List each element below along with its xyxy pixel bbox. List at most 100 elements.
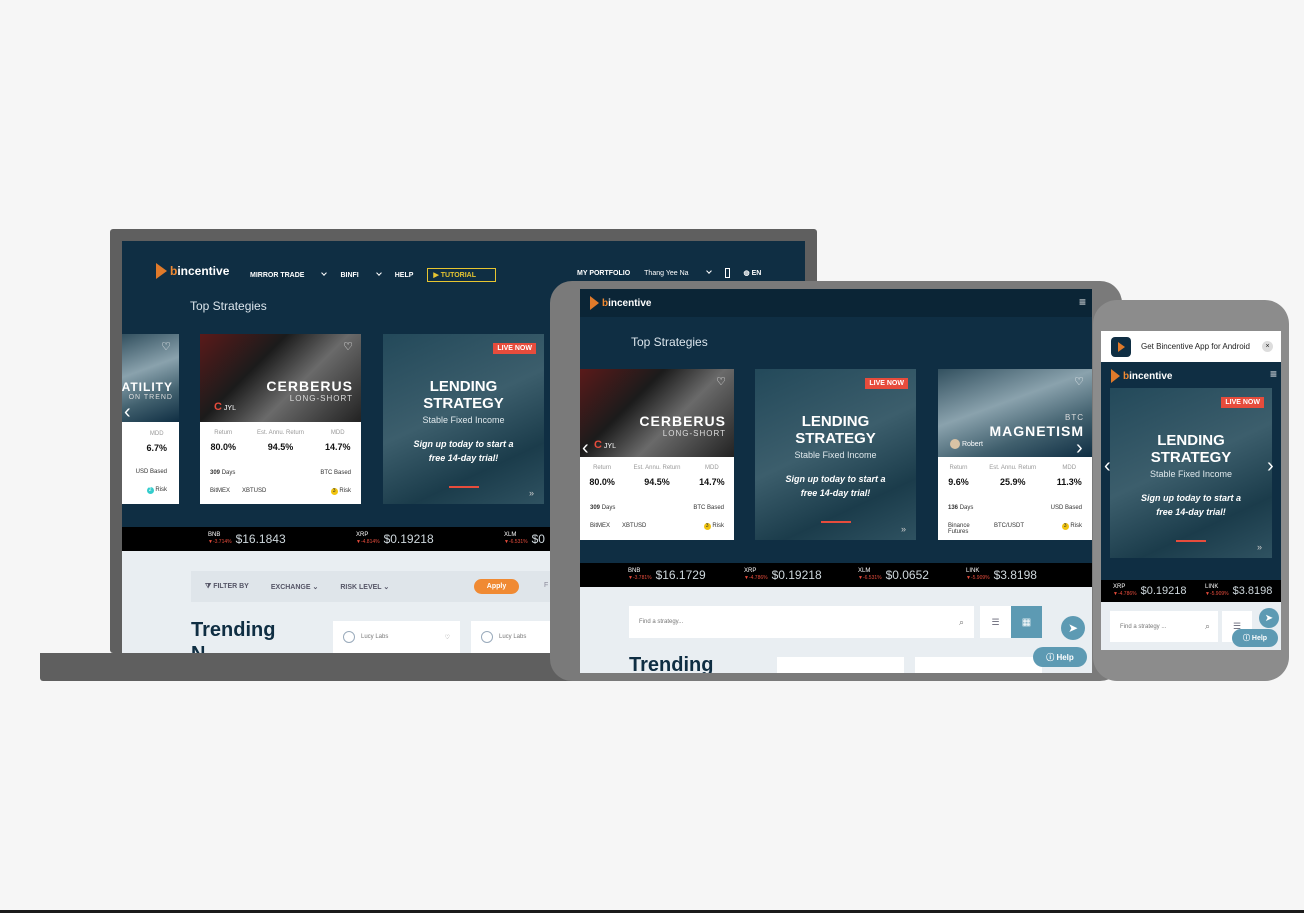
menu-icon[interactable]: ≡ (1270, 367, 1277, 381)
card-risk: 3 Risk (330, 488, 351, 495)
ticker-symbol: XRP ▼-4.786% (744, 568, 768, 582)
ticker-price: $0.19218 (771, 568, 822, 582)
lending-title-line1: LENDING (801, 413, 870, 430)
author-name: Robert (961, 440, 983, 448)
help-button[interactable]: ⓘ Help (1232, 629, 1278, 647)
telegram-icon[interactable]: ➤ (1259, 608, 1279, 628)
card-footer: 136 Days USD Based (948, 505, 1082, 511)
strategy-card-lucy-labs[interactable]: Lucy Labs ♡ (333, 621, 460, 653)
double-chevron-icon[interactable]: » (1257, 542, 1262, 552)
list-view-icon[interactable]: ☰ (980, 606, 1011, 638)
strategy-card-magnetism[interactable]: ♡ BTC MAGNETISM Robert Return 9.6% Est. A… (938, 369, 1092, 540)
ticker-price: $3.8198 (1232, 585, 1273, 597)
heart-icon[interactable]: ♡ (1074, 375, 1084, 388)
carousel-prev-arrow[interactable]: ‹ (582, 437, 589, 460)
heart-icon[interactable]: ♡ (445, 634, 450, 641)
brand-logo[interactable]: bincentive (1111, 369, 1172, 383)
chevron-down-icon (705, 267, 712, 274)
stat-annual: Est. Annu. Return 94.5% (257, 430, 304, 452)
carousel-prev-arrow[interactable]: ‹ (1104, 455, 1111, 478)
ticker-sym: XLM (858, 568, 871, 574)
app-banner[interactable]: Get Bincentive App for Android × (1101, 331, 1281, 362)
menu-icon[interactable]: ≡ (1079, 295, 1086, 309)
laptop-base (40, 653, 580, 681)
ticker-price: $0.19218 (383, 532, 434, 546)
nav-binfi[interactable]: BINFI (340, 269, 382, 279)
card-risk: 3 Risk (1061, 523, 1082, 535)
card-based: USD Based (1050, 505, 1082, 511)
strategy-card-cerberus[interactable]: ♡ CERBERUS LONG-SHORT C JYL Return 80.0% … (580, 369, 734, 540)
strategy-card-cerberus[interactable]: ♡ CERBERUS LONG-SHORT C JYL Return 80.0% … (200, 334, 361, 504)
heart-icon[interactable]: ♡ (716, 375, 726, 388)
lending-cta: Sign up today to start a free 14-day tria… (383, 437, 544, 465)
lending-strategy-card[interactable]: LIVE NOW LENDING STRATEGY Stable Fixed In… (1110, 388, 1272, 558)
card-pair: XBTUSD (242, 488, 267, 494)
price-ticker: XRP ▼-4.786% $0.19218 LINK ▼-5.909% $3.8198 (1101, 580, 1281, 602)
heart-icon[interactable]: ♡ (161, 340, 171, 353)
filter-risk-level[interactable]: RISK LEVEL ⌄ (340, 583, 389, 591)
card-risk: 2 Risk (146, 487, 167, 494)
card-footer: 309 Days BTC Based (590, 505, 724, 511)
telegram-icon[interactable]: ➤ (1061, 616, 1085, 640)
stat-label: Est. Annu. Return (989, 465, 1037, 471)
ticker-change: ▼-5.909% (966, 575, 990, 581)
language-selector[interactable]: ◍ EN (744, 269, 776, 277)
lending-subtitle: Stable Fixed Income (1149, 469, 1233, 479)
author-avatar (950, 439, 960, 449)
carousel-next-arrow[interactable]: › (1267, 455, 1274, 478)
lending-title-line2: STRATEGY (1150, 449, 1232, 466)
nav-help[interactable]: HELP (395, 272, 414, 279)
ticker-sym: LINK (1205, 584, 1219, 590)
days-label: Days (959, 505, 974, 511)
tablet-header (580, 289, 1092, 317)
grid-view-icon[interactable]: ▦ (1011, 606, 1042, 638)
carousel-next-arrow[interactable]: › (1076, 437, 1083, 460)
search-input[interactable]: Find a strategy ... ⌕ (1110, 611, 1218, 642)
lending-title: LENDING STRATEGY (383, 378, 544, 412)
card-exchange: BitMEX (210, 488, 231, 494)
search-input[interactable]: Find a strategy... ⌕ (629, 606, 974, 638)
nav-mirror-trade[interactable]: MIRROR TRADE (250, 269, 328, 279)
carousel-prev-arrow[interactable]: ‹ (124, 401, 131, 424)
heart-icon[interactable]: ♡ (343, 340, 353, 353)
search-icon[interactable]: ⌕ (959, 617, 964, 628)
brand-logo[interactable]: bincentive (590, 296, 651, 310)
lending-strategy-card[interactable]: LIVE NOW LENDING STRATEGY Stable Fixed In… (755, 369, 916, 540)
tutorial-button[interactable]: ▶ TUTORIAL (427, 268, 496, 282)
lending-cta-line1: Sign up today to start a (413, 439, 514, 449)
logo-text-rest: incentive (177, 264, 230, 278)
risk-level-icon: 2 (146, 487, 154, 494)
user-menu[interactable]: Thang Yee Na (644, 267, 712, 277)
apply-button[interactable]: Apply (474, 579, 519, 594)
close-icon[interactable]: × (1262, 341, 1273, 352)
card-based: BTC Based (320, 470, 351, 476)
double-chevron-icon[interactable]: » (901, 524, 906, 534)
days-value: 136 (948, 505, 959, 511)
mobile-icon[interactable] (724, 268, 730, 278)
ticker-change: ▼-6.531% (504, 539, 528, 545)
strategy-logo-icon (481, 631, 493, 643)
lending-subtitle: Stable Fixed Income (422, 415, 505, 425)
ticker-price: $16.1843 (235, 532, 286, 546)
strategy-card-preview[interactable] (777, 657, 904, 673)
strategy-card-preview[interactable] (915, 657, 1042, 673)
lending-title: LENDING STRATEGY (755, 413, 916, 447)
double-chevron-icon[interactable]: » (529, 488, 534, 498)
main-nav: MIRROR TRADE BINFI HELP ▶ TUTORIAL (250, 268, 510, 282)
filter-exchange[interactable]: EXCHANGE ⌄ (271, 583, 319, 591)
card-name: ATILITY (122, 380, 173, 394)
lending-strategy-card[interactable]: LIVE NOW LENDING STRATEGY Stable Fixed In… (383, 334, 544, 504)
ticker-change: ▼-3.714% (208, 539, 232, 545)
nav-my-portfolio[interactable]: MY PORTFOLIO (577, 270, 630, 277)
ticker-item: XRP ▼-4.814% $0.19218 (356, 532, 486, 546)
search-icon[interactable]: ⌕ (1205, 621, 1210, 632)
stat-label: MDD (330, 430, 345, 436)
days-value: 309 (210, 470, 221, 476)
brand-logo[interactable]: bincentive (156, 263, 229, 279)
risk-level-icon: 3 (703, 523, 711, 530)
trending-heading-2: N (191, 643, 205, 653)
stat-value: 14.7% (699, 477, 725, 487)
lending-subtitle: Stable Fixed Income (794, 450, 877, 460)
help-button[interactable]: ⓘ Help (1033, 647, 1087, 667)
card-days: 309 Days (210, 470, 235, 476)
